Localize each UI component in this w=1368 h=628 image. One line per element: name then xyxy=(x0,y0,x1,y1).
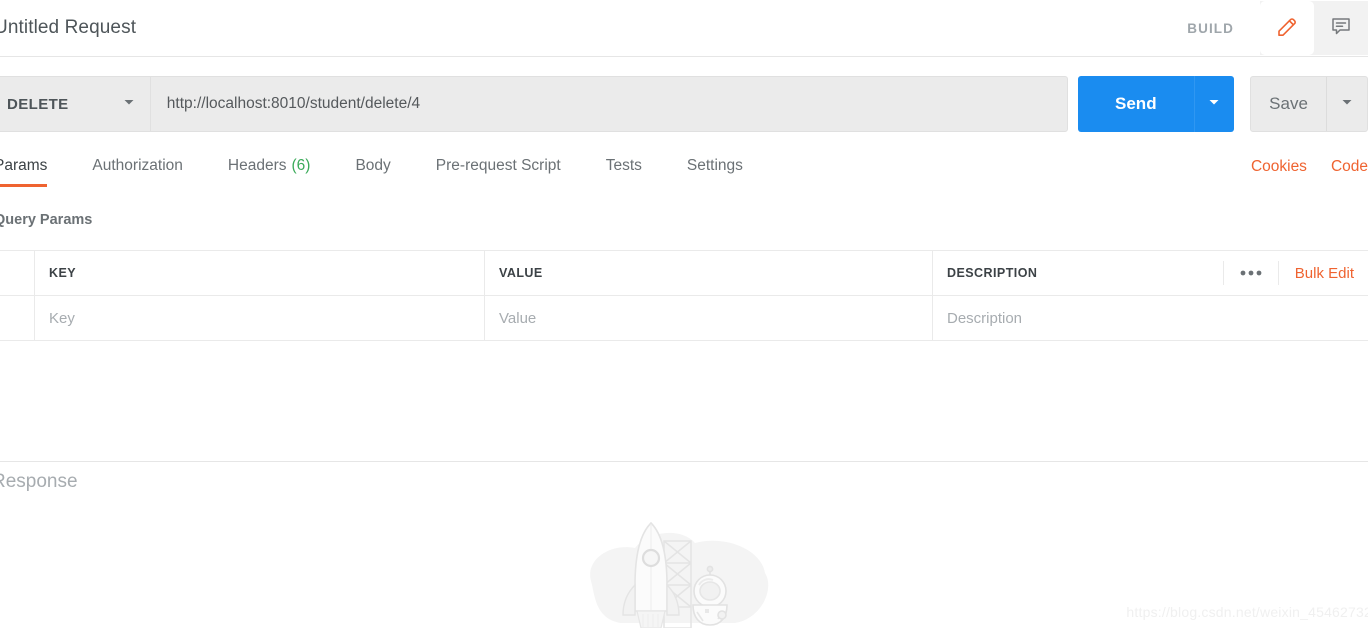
send-button[interactable]: Send xyxy=(1077,76,1194,132)
rocket-astronaut-illustration xyxy=(585,515,785,628)
header-checkbox-cell xyxy=(0,251,35,295)
save-button[interactable]: Save xyxy=(1251,77,1327,131)
row-description-input[interactable]: Description xyxy=(933,296,1368,340)
http-method-label: DELETE xyxy=(7,95,69,113)
save-options-button[interactable] xyxy=(1326,77,1367,131)
headers-count-badge: (6) xyxy=(291,157,311,174)
http-method-select[interactable]: DELETE xyxy=(0,76,150,132)
chevron-down-icon xyxy=(122,95,136,114)
tab-label: Pre-request Script xyxy=(435,157,561,174)
bulk-edit-link[interactable]: Bulk Edit xyxy=(1277,261,1354,285)
send-options-button[interactable] xyxy=(1193,76,1234,132)
code-link[interactable]: Code xyxy=(1331,158,1368,176)
watermark: https://blog.csdn.net/weixin_45462732 xyxy=(1126,604,1368,620)
tab-label: Tests xyxy=(605,157,642,174)
header-actions: BUILD xyxy=(1187,0,1368,56)
pencil-icon xyxy=(1275,14,1299,43)
postman-window: Untitled Request BUILD DELETE http://loc… xyxy=(0,0,1368,628)
header-icon-strip xyxy=(1260,1,1368,55)
chevron-down-icon xyxy=(1340,95,1354,114)
row-value-input[interactable]: Value xyxy=(485,296,933,340)
request-header: Untitled Request BUILD xyxy=(0,0,1368,57)
description-placeholder: Description xyxy=(947,309,1023,327)
tab-label: Body xyxy=(355,157,391,174)
page-title: Untitled Request xyxy=(0,17,137,38)
ellipsis-icon[interactable] xyxy=(1222,261,1278,285)
tab-headers[interactable]: Headers (6) xyxy=(228,155,311,187)
column-header-value: VALUE xyxy=(485,251,933,295)
send-button-group: Send xyxy=(1077,76,1234,132)
tab-pre-request-script[interactable]: Pre-request Script xyxy=(436,155,561,187)
value-placeholder: Value xyxy=(499,309,537,327)
cookies-link[interactable]: Cookies xyxy=(1251,158,1307,176)
tab-settings[interactable]: Settings xyxy=(687,155,743,187)
response-heading: Response xyxy=(0,471,78,492)
tab-tests[interactable]: Tests xyxy=(606,155,642,187)
response-divider xyxy=(0,461,1368,462)
comment-icon xyxy=(1329,14,1353,43)
tab-label: Settings xyxy=(686,157,743,174)
save-button-group: Save xyxy=(1249,76,1368,132)
row-key-input[interactable]: Key xyxy=(35,296,485,340)
request-tabs: Params Authorization Headers(6) Body Pre… xyxy=(0,155,1368,197)
tab-body[interactable]: Body xyxy=(355,155,390,187)
url-input[interactable]: http://localhost:8010/student/delete/4 xyxy=(149,76,1068,132)
url-bar: DELETE http://localhost:8010/student/del… xyxy=(0,76,1368,132)
build-label: BUILD xyxy=(1187,20,1234,36)
tab-label: Headers xyxy=(227,157,287,174)
query-params-heading: Query Params xyxy=(0,212,93,228)
table-header-row: KEY VALUE DESCRIPTION Bulk Edit xyxy=(0,251,1368,296)
table-tools: Bulk Edit xyxy=(1222,251,1354,295)
comments-button[interactable] xyxy=(1314,1,1368,55)
url-text: http://localhost:8010/student/delete/4 xyxy=(166,95,421,112)
tabs-right-links: Cookies Code xyxy=(1227,155,1368,176)
table-row: Key Value Description xyxy=(0,296,1368,341)
tab-label: Params xyxy=(0,157,48,174)
tab-label: Authorization xyxy=(92,157,183,174)
chevron-down-icon xyxy=(1207,95,1221,114)
key-placeholder: Key xyxy=(49,309,75,327)
column-header-key: KEY xyxy=(35,251,485,295)
query-params-table: KEY VALUE DESCRIPTION Bulk Edit Key Valu… xyxy=(0,250,1368,341)
tab-authorization[interactable]: Authorization xyxy=(92,155,182,187)
row-checkbox-cell[interactable] xyxy=(0,296,35,340)
tab-params[interactable]: Params xyxy=(0,155,48,187)
edit-request-button[interactable] xyxy=(1260,1,1314,55)
column-header-description: DESCRIPTION Bulk Edit xyxy=(933,251,1368,295)
